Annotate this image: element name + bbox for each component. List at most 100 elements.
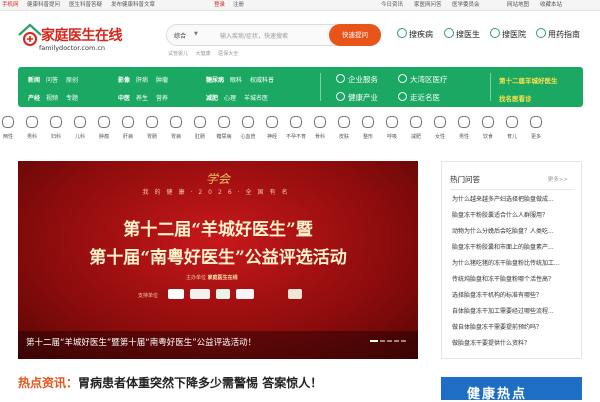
nav-item[interactable]: 产经 [28,95,40,102]
dept-icon-item[interactable]: 肿瘤 [93,116,115,140]
dept-label: 更多 [530,134,541,140]
carousel-dot[interactable] [401,340,406,342]
dept-label: 骨科 [314,134,325,140]
dept-icon-item[interactable]: 胃肠 [141,116,163,140]
dept-icon-item[interactable]: 男性 [453,116,475,140]
nav-special-award[interactable]: 第十二届羊城好医生 [499,75,558,85]
qa-item[interactable]: 选择胎盘冻干机构的标准有哪些？ [452,290,577,299]
nav-item[interactable]: 视频 [46,93,58,102]
dept-icon-item[interactable]: 肛肠 [189,116,211,140]
stomach-icon [170,116,182,128]
dept-label: 饮食 [482,134,493,140]
topbar-link-mobile[interactable]: 手机网 [2,2,19,9]
dept-icon-item[interactable]: 神经 [261,116,283,140]
topbar-link-committee[interactable]: 医学委员会 [452,2,480,9]
nav-special-find-doctor[interactable]: 找名医看诊 [499,93,532,103]
dept-label: 育儿 [506,134,517,140]
qa-item[interactable]: 为什么越来越多产妇选择把胎盘做成... [452,194,577,203]
dept-icon-item[interactable]: 整形 [357,116,379,140]
nav-item[interactable]: 羊城名医 [244,93,268,102]
qa-item[interactable]: 自体胎盘冻干加工需要经过哪些流程... [452,306,577,315]
nav-item[interactable]: 心理 [224,93,236,102]
nav-service-bay-area[interactable]: 大湾区医疗 [398,74,448,85]
health-hotspot-banner[interactable]: 健康热点 [441,377,582,402]
dept-icon-item[interactable]: 更多 [525,116,547,140]
qa-item[interactable]: 为什么猪吃猪的冻干胎盘粉比传统加工... [452,258,577,267]
dept-icon-item[interactable]: 男科 [21,116,43,140]
carousel-dot[interactable] [387,340,392,342]
carousel-dot[interactable] [370,340,378,342]
dept-icon-item[interactable]: 育儿 [501,116,523,140]
qa-item[interactable]: 做胎盘冻干要提供什么资料？ [452,338,577,347]
nav-item[interactable]: 糖尿病 [206,77,224,84]
quick-link-disease[interactable]: 搜疾病 [397,28,433,40]
topbar-link-publish[interactable]: 发布健康科普文章 [111,2,155,9]
topbar-link-news[interactable]: 今日资讯 [381,2,403,9]
dept-icon-item[interactable]: 女性 [429,116,451,140]
qa-item[interactable]: 胎盘冻干粉胶囊和市面上的胎盘素产... [452,242,577,251]
qa-item[interactable]: 做自体胎盘冻干需要提前预约吗？ [452,322,577,331]
dept-icon-item[interactable]: 呼吸 [381,116,403,140]
nav-item[interactable]: 肝病 [136,75,148,84]
quick-link-medicine[interactable]: 用药指南 [536,28,580,40]
topbar-link-qa[interactable]: 家医网问答 [414,2,442,9]
dept-icon-item[interactable]: 肝病 [117,116,139,140]
nav-item[interactable]: 影像 [118,77,130,84]
search-input[interactable]: 输入疾病/症状，快速搜索 [220,31,288,40]
dept-icon-item[interactable]: 心血管 [237,116,259,140]
carousel-dot[interactable] [380,340,385,342]
dept-icon-item[interactable]: 妇科 [45,116,67,140]
nav-service-enterprise[interactable]: 企业服务 [336,74,378,85]
brain-icon [266,116,278,128]
quick-link-hospital[interactable]: 搜医院 [490,28,526,40]
nav-item[interactable]: 原创 [66,75,78,84]
qa-more-link[interactable]: 更多>> [548,175,568,183]
nav-item[interactable]: 眼科 [230,75,242,84]
carousel-dot[interactable] [394,340,399,342]
dept-icon-item[interactable]: 胃病 [165,116,187,140]
dept-icon-item[interactable]: 两性 [0,116,19,140]
nav-item[interactable]: 专题 [66,93,78,102]
hot-tag[interactable]: 医保大全 [218,51,238,57]
site-logo[interactable]: 家庭医生在线 familydoctor.com.cn [17,21,167,59]
hot-news-headline[interactable]: 热点资讯：胃病患者体重突然下降多少需警惕 答案惊人！ [18,374,322,391]
nav-group: 新闻 问答 原创 [28,75,86,84]
qa-item[interactable]: 传统炖胎盘和冻干胎盘粉哪个活性高？ [452,274,577,283]
search-scope-select[interactable]: 综合 [174,31,186,40]
topbar-link-sitemap[interactable]: 网站地图 [507,2,529,9]
dept-icon-item[interactable]: 儿科 [69,116,91,140]
topbar-link-ask[interactable]: 健康科普提问 [27,2,60,9]
dept-icon-item[interactable]: 骨科 [309,116,331,140]
topbar-link-answer[interactable]: 医生科普答疑 [69,2,102,9]
qa-title: 热门问答 [450,175,480,184]
dept-icon-item[interactable]: 饮食 [477,116,499,140]
topbar-link-bookmark[interactable]: 收藏本站 [540,2,562,9]
search-button[interactable]: 快速提问 [329,24,381,46]
nav-item[interactable]: 养生 [136,93,148,102]
hot-tag[interactable]: 大健康 [196,51,211,57]
sponsor-logo [288,289,302,299]
nav-service-doctors[interactable]: 走近名医 [398,92,440,103]
dept-icon-item[interactable]: 糖尿病 [213,116,235,140]
nav-item[interactable]: 中医 [118,95,130,102]
register-link[interactable]: 注册 [233,2,244,9]
dept-icon-item[interactable]: 不孕不育 [285,116,307,140]
login-link[interactable]: 登录 [214,2,225,9]
nav-service-industry[interactable]: 健康产业 [336,92,378,103]
dept-icon-item[interactable]: 皮肤 [333,116,355,140]
nav-item[interactable]: 权威科普 [250,75,274,84]
qa-item[interactable]: 胎盘冻干粉胶囊适合什么人群服用？ [452,210,577,219]
nav-item[interactable]: 问答 [46,75,58,84]
nav-item[interactable]: 营养 [156,93,168,102]
qa-item[interactable]: 动物为什么分娩后会吃胎盘？人类吃... [452,226,577,235]
woman-icon [434,116,446,128]
nav-item[interactable]: 肿瘤 [156,75,168,84]
banner-caption[interactable]: 第十二届“羊城好医生”暨第十届“南粤好医生”公益评选活动！ [26,336,256,348]
more-icon [530,116,542,128]
dept-icon-item[interactable]: 减肥 [405,116,427,140]
hot-tag[interactable]: 试管婴儿 [168,51,188,57]
quick-link-doctor[interactable]: 搜医生 [444,28,480,40]
hero-banner[interactable]: 学会 我的健康·2026·全国有名 第十二届“羊城好医生”暨 第十届“南粤好医生… [18,161,418,359]
nav-item[interactable]: 减肥 [206,95,218,102]
nav-item[interactable]: 新闻 [28,77,40,84]
